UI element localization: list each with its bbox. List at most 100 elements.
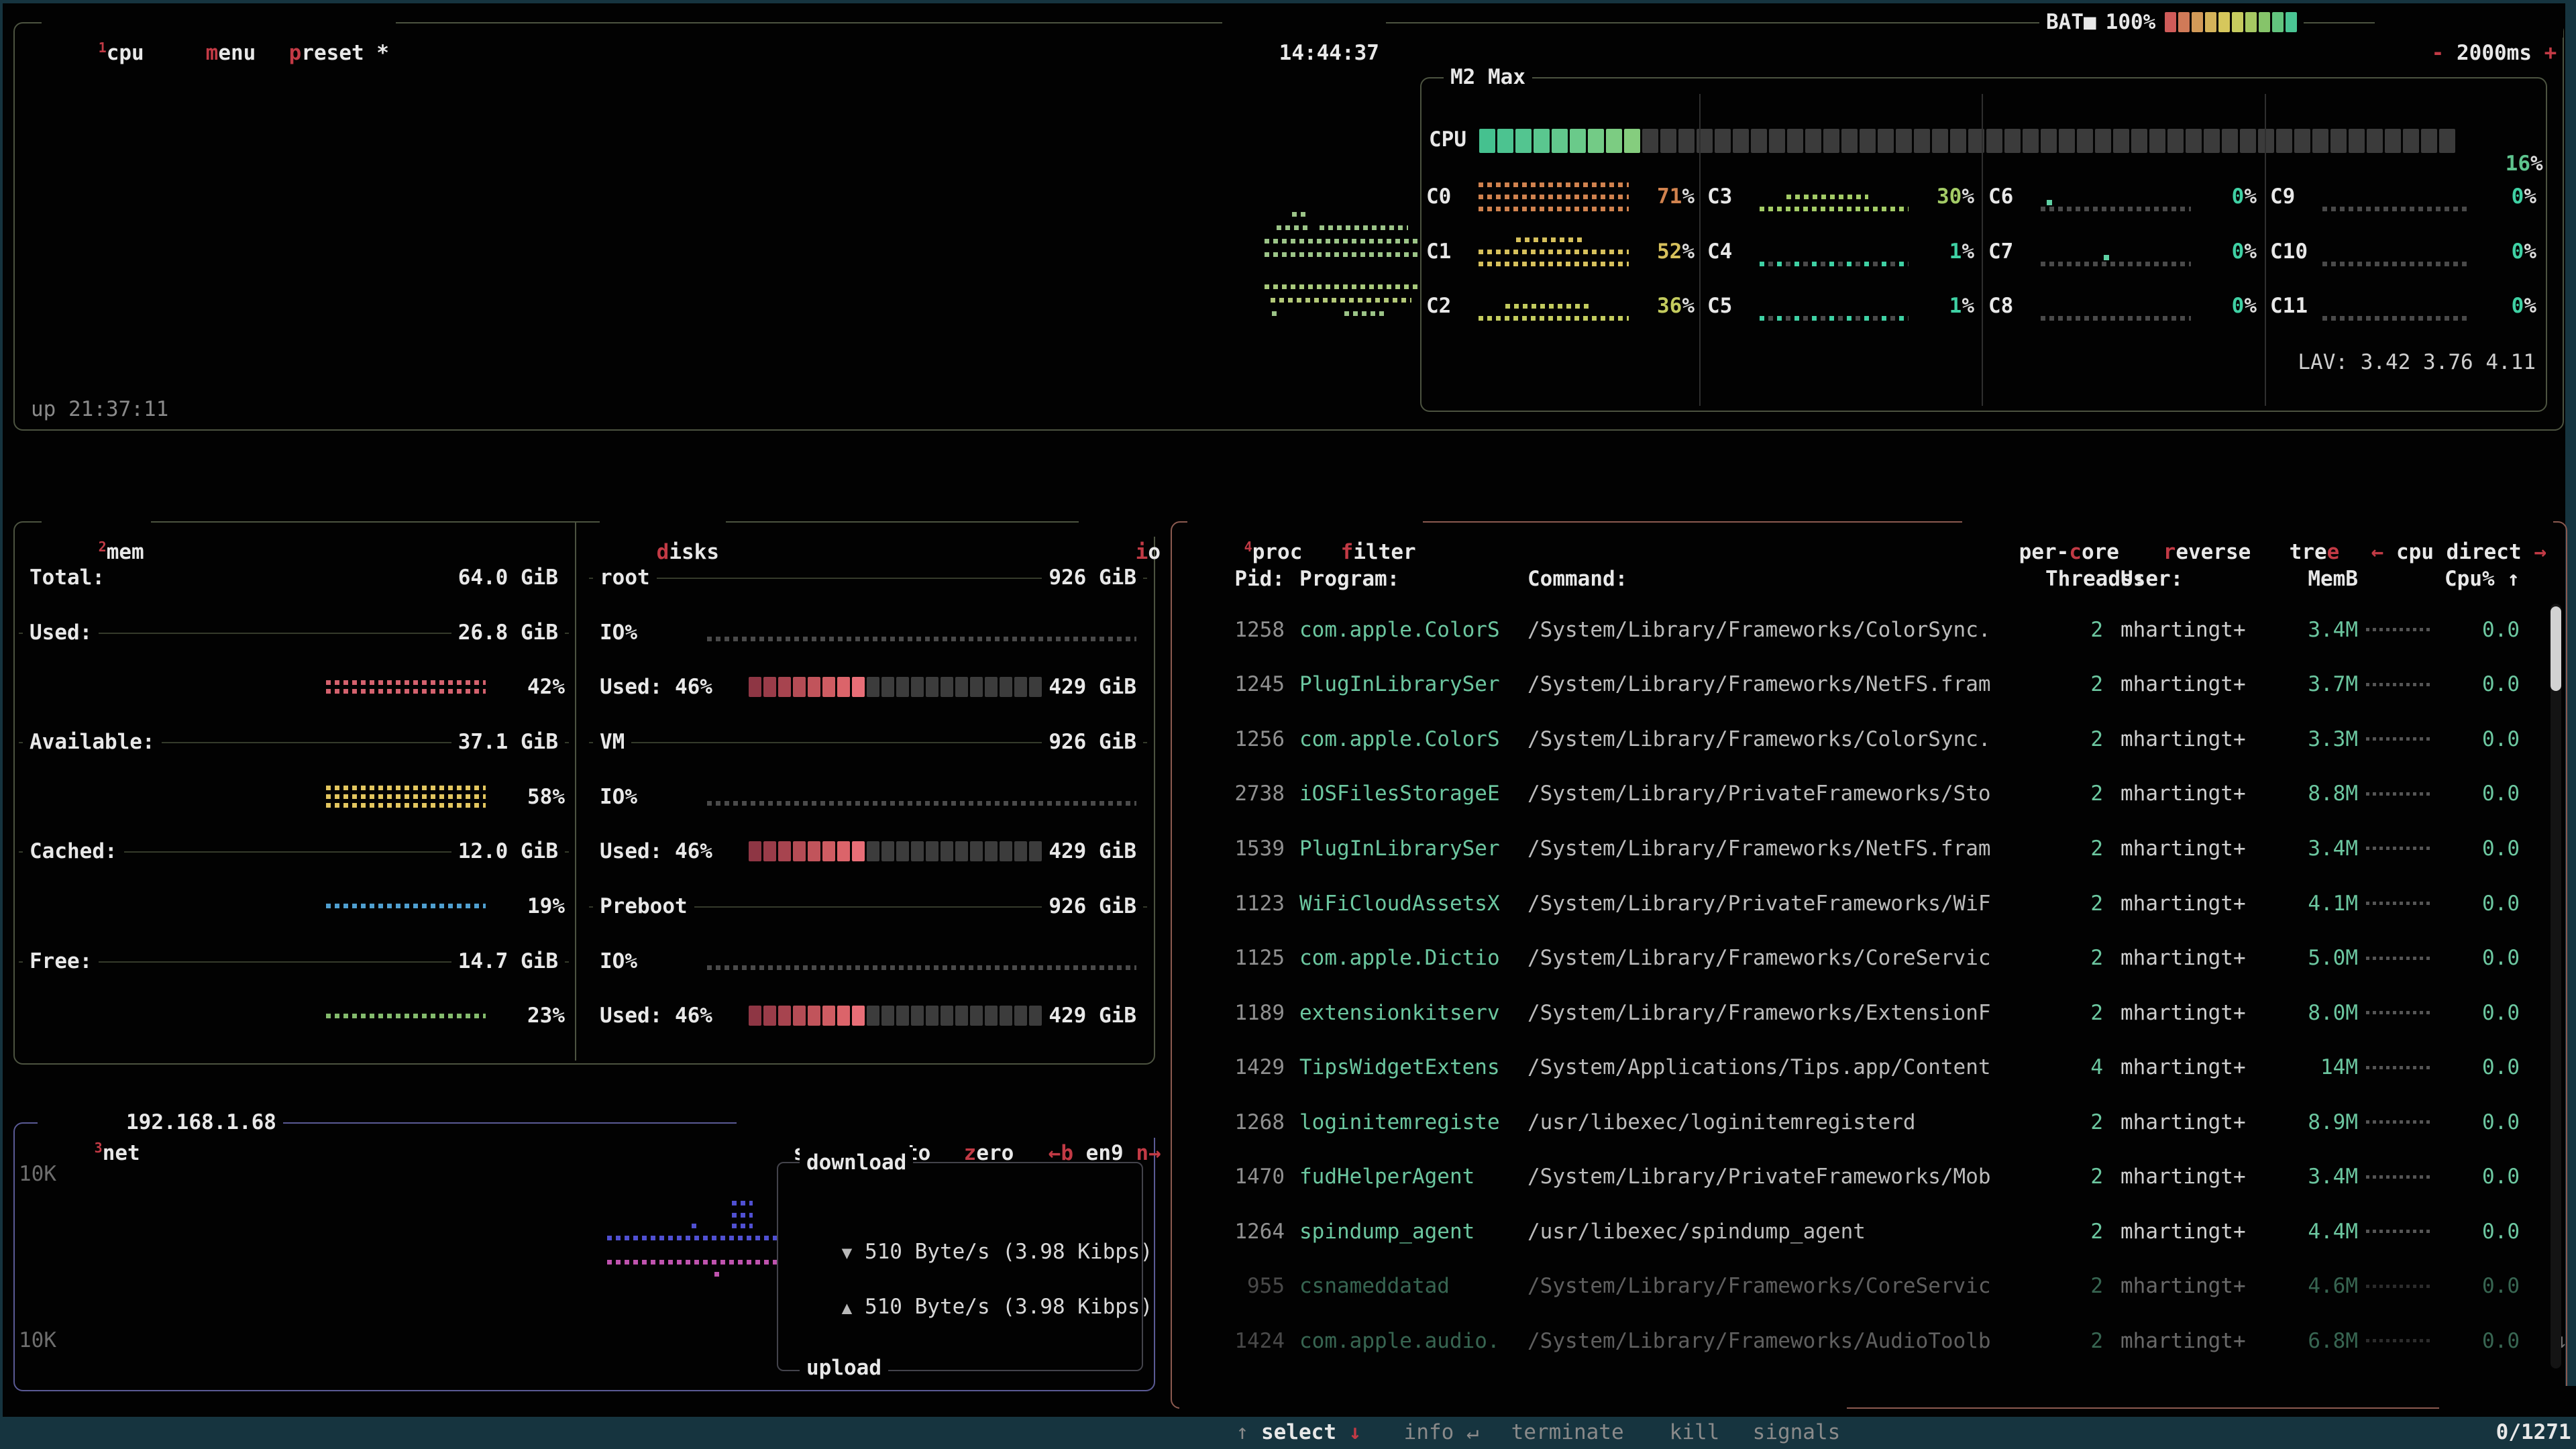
proc-terminate-button[interactable]: terminate bbox=[1454, 1386, 1631, 1417]
download-title: download bbox=[800, 1147, 913, 1178]
disk-used-row: Used: 46%429 GiB bbox=[593, 824, 1143, 879]
process-row[interactable]: 955csnameddatad/System/Library/Framework… bbox=[1184, 1259, 2549, 1314]
clock: 14:44:37 bbox=[1222, 7, 1386, 38]
proc-select-control[interactable]: ↑ select ↓ bbox=[1179, 1386, 1368, 1417]
core-row-c7: C70% bbox=[1988, 224, 2257, 279]
core-graph bbox=[2041, 177, 2191, 216]
battery-status: BAT■ 100% bbox=[2039, 7, 2304, 38]
col-program[interactable]: Program: bbox=[1299, 567, 1521, 591]
proc-selection-count: 0/1271 bbox=[2439, 1386, 2576, 1417]
process-row[interactable]: 1258com.apple.ColorS/System/Library/Fram… bbox=[1184, 602, 2549, 657]
cpu-hotkey: 1 bbox=[99, 40, 107, 56]
uptime-label: up 21:37:11 bbox=[31, 397, 168, 421]
col-threads[interactable]: Threads: bbox=[2045, 567, 2103, 591]
core-column-separator bbox=[1982, 94, 1983, 406]
sort-direction-icon: ↑ bbox=[2507, 567, 2520, 591]
disk-stats: root926 GiBIO%Used: 46%429 GiBVM926 GiBI… bbox=[593, 550, 1143, 1043]
mem-stat-row: Cached:12.0 GiB bbox=[23, 824, 565, 879]
disk-used-row: Used: 46%429 GiB bbox=[593, 989, 1143, 1044]
disk-name-row: Preboot926 GiB bbox=[593, 879, 1143, 934]
disk-io-row: IO% bbox=[593, 605, 1143, 660]
net-download-graph bbox=[607, 1201, 780, 1281]
mem-stats: Total:64.0 GiBUsed:26.8 GiB42%Available:… bbox=[23, 550, 565, 1043]
mem-usage-meter bbox=[326, 786, 486, 808]
net-scale-bottom: 10K bbox=[19, 1328, 56, 1352]
disks-title[interactable]: disks bbox=[600, 506, 726, 537]
core-graph bbox=[2322, 286, 2471, 325]
proc-scrollbar[interactable] bbox=[2551, 604, 2561, 1368]
mem-usage-meter bbox=[326, 680, 486, 694]
proc-percore-toggle[interactable]: per-core bbox=[1962, 506, 2126, 537]
core-graph bbox=[2041, 286, 2191, 325]
process-row[interactable]: 1429TipsWidgetExtens/System/Applications… bbox=[1184, 1040, 2549, 1095]
core-row-c8: C80% bbox=[1988, 278, 2257, 333]
core-row-c6: C60% bbox=[1988, 169, 2257, 224]
col-user[interactable]: User: bbox=[2121, 567, 2264, 591]
download-arrow-icon: ▼ bbox=[842, 1243, 853, 1263]
core-graph bbox=[2041, 232, 2191, 271]
load-average: LAV: 3.42 3.76 4.11 bbox=[2241, 350, 2536, 374]
process-row[interactable]: 1264spindump_agent/usr/libexec/spindump_… bbox=[1184, 1204, 2549, 1259]
battery-meter bbox=[2165, 12, 2297, 32]
mem-stat-row: Used:26.8 GiB bbox=[23, 605, 565, 660]
mem-stat-row: Total:64.0 GiB bbox=[23, 550, 565, 605]
process-row[interactable]: 1539PlugInLibrarySer/System/Library/Fram… bbox=[1184, 821, 2549, 876]
interval-decrease-button[interactable]: - bbox=[2432, 41, 2445, 65]
core-row-c0: C071% bbox=[1426, 169, 1695, 224]
col-command[interactable]: Command: bbox=[1527, 567, 2045, 591]
mem-usage-meter bbox=[326, 904, 486, 908]
battery-percent: 100% bbox=[2106, 7, 2156, 38]
proc-scrollbar-thumb[interactable] bbox=[2551, 606, 2561, 691]
core-row-c1: C152% bbox=[1426, 224, 1695, 279]
process-row[interactable]: 1268loginitemregiste/usr/libexec/loginit… bbox=[1184, 1095, 2549, 1150]
core-column-separator bbox=[1699, 94, 1701, 406]
net-interface-switcher[interactable]: ←b en9 n→ bbox=[991, 1107, 1168, 1138]
col-memb[interactable]: MemB bbox=[2264, 567, 2358, 591]
mem-title: 2mem bbox=[42, 506, 151, 537]
process-row[interactable]: 2738iOSFilesStorageE/System/Library/Priv… bbox=[1184, 767, 2549, 822]
process-row[interactable]: 1125com.apple.Dictio/System/Library/Fram… bbox=[1184, 930, 2549, 985]
net-scale-top: 10K bbox=[19, 1162, 56, 1186]
proc-signals-button[interactable]: signals bbox=[1696, 1386, 1847, 1417]
upload-speed: ▲ 510 Byte/s (3.98 Kibps) bbox=[792, 1271, 1152, 1343]
interval-increase-button[interactable]: + bbox=[2544, 41, 2557, 65]
disk-name-row: root926 GiB bbox=[593, 550, 1143, 605]
mem-disks-divider bbox=[575, 523, 576, 1061]
mem-stat-row: Free:14.7 GiB bbox=[23, 934, 565, 989]
disk-name-row: VM926 GiB bbox=[593, 714, 1143, 769]
mem-meter-row: 42% bbox=[23, 659, 565, 714]
btop-screen: 1cpu menu preset * 14:44:37 BAT■ 100% - … bbox=[0, 0, 2576, 1449]
disks-io-toggle[interactable]: io bbox=[1079, 506, 1167, 537]
process-row[interactable]: 1189extensionkitserv/System/Library/Fram… bbox=[1184, 985, 2549, 1040]
core-column-3: C90%C100%C110% bbox=[2270, 169, 2536, 333]
col-cpu[interactable]: Cpu% ↑ bbox=[2430, 567, 2549, 591]
core-graph bbox=[1479, 232, 1629, 271]
core-column-0: C071%C152%C236% bbox=[1426, 169, 1695, 333]
process-row[interactable]: 1123WiFiCloudAssetsX/System/Library/Priv… bbox=[1184, 876, 2549, 931]
process-row[interactable]: 1470fudHelperAgent/System/Library/Privat… bbox=[1184, 1149, 2549, 1204]
preset-button[interactable]: preset * bbox=[232, 7, 396, 38]
proc-filter-button[interactable]: filter bbox=[1284, 506, 1423, 537]
battery-icon: ■ bbox=[2084, 10, 2096, 34]
mem-meter-row: 19% bbox=[23, 879, 565, 934]
proc-table-header: Pid: Program: Command: Threads: User: Me… bbox=[1184, 551, 2549, 606]
mem-meter-row: 23% bbox=[23, 989, 565, 1044]
cpu-history-graph bbox=[1265, 201, 1417, 335]
core-column-2: C60%C70%C80% bbox=[1988, 169, 2257, 333]
proc-sort-selector[interactable]: ← cpu direct → bbox=[2314, 506, 2553, 537]
process-row[interactable]: 1256com.apple.ColorS/System/Library/Fram… bbox=[1184, 712, 2549, 767]
upload-title: upload bbox=[800, 1352, 888, 1383]
disk-io-row: IO% bbox=[593, 934, 1143, 989]
core-row-c10: C100% bbox=[2270, 224, 2536, 279]
disk-io-row: IO% bbox=[593, 769, 1143, 824]
core-row-c4: C41% bbox=[1707, 224, 1974, 279]
mem-usage-meter bbox=[326, 1014, 486, 1018]
process-row[interactable]: 1424com.apple.audio./System/Library/Fram… bbox=[1184, 1313, 2549, 1368]
core-graph bbox=[2322, 232, 2471, 271]
core-graph bbox=[1760, 177, 1909, 216]
net-ip-address: 192.168.1.68 bbox=[119, 1107, 283, 1138]
col-pid[interactable]: Pid: bbox=[1184, 567, 1285, 591]
tab-cpu[interactable]: 1cpu bbox=[42, 7, 151, 38]
process-row[interactable]: 1245PlugInLibrarySer/System/Library/Fram… bbox=[1184, 657, 2549, 712]
core-row-c11: C110% bbox=[2270, 278, 2536, 333]
